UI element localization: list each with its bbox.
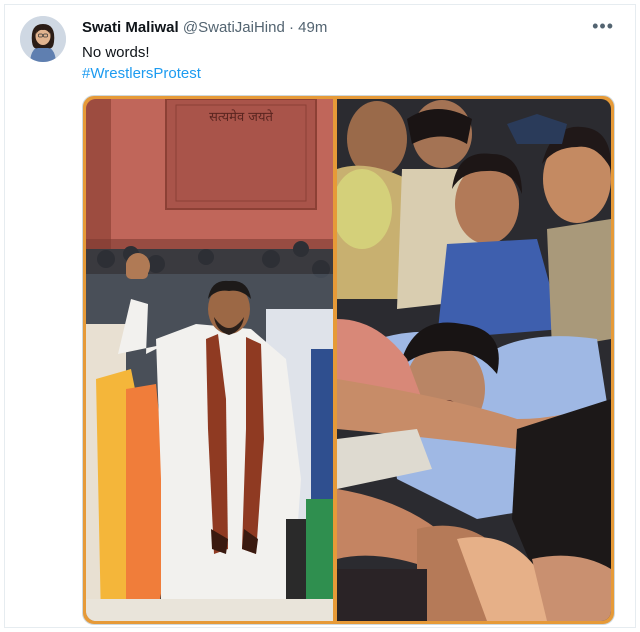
author-handle[interactable]: @SwatiJaiHind — [183, 19, 285, 36]
left-photo: सत्यमेव जयते — [86, 99, 333, 621]
tweet-media[interactable]: सत्यमेव जयते — [82, 95, 615, 625]
right-photo — [337, 99, 611, 621]
tweet-text: No words! — [82, 44, 150, 61]
avatar[interactable] — [20, 16, 66, 62]
author-name[interactable]: Swati Maliwal — [82, 19, 179, 36]
more-horizontal-icon[interactable]: ••• — [592, 16, 614, 37]
timestamp[interactable]: 49m — [298, 19, 327, 36]
avatar-image — [20, 16, 66, 62]
media-image-left[interactable]: सत्यमेव जयते — [86, 99, 333, 621]
tweet-header: Swati Maliwal @SwatiJaiHind · 49m — [82, 18, 580, 38]
inscription-text: सत्यमेव जयते — [209, 109, 273, 125]
separator-dot: · — [288, 19, 294, 36]
hashtag-link[interactable]: #WrestlersProtest — [82, 63, 201, 84]
media-image-right[interactable] — [337, 99, 611, 621]
